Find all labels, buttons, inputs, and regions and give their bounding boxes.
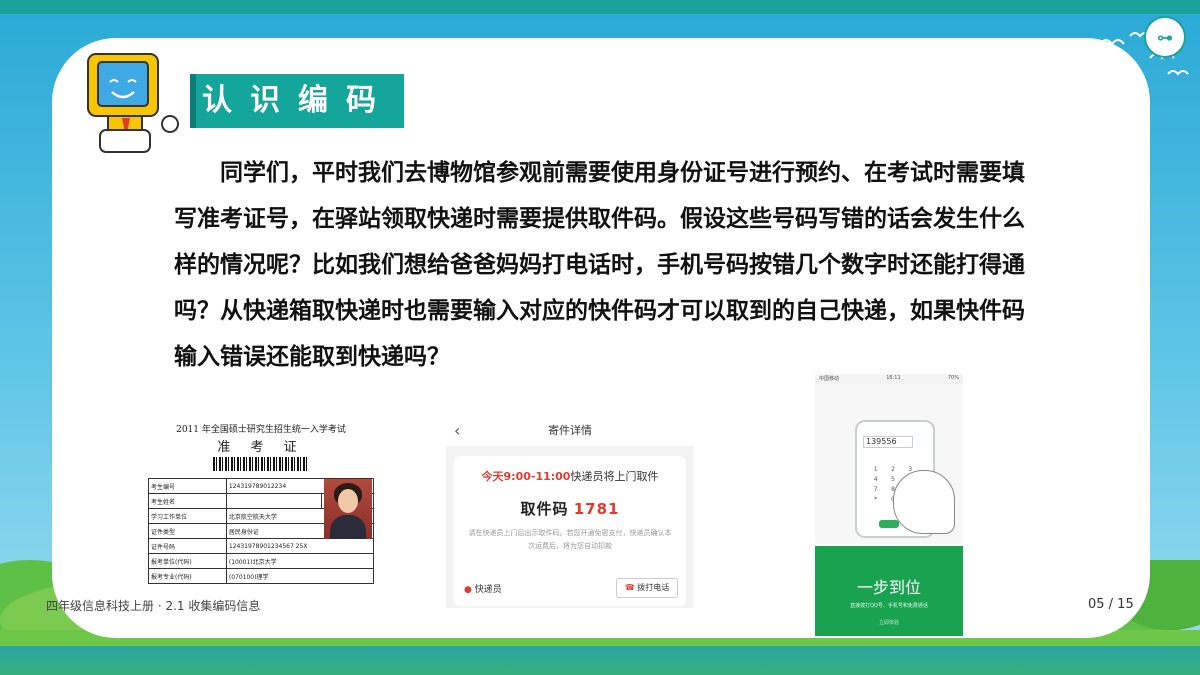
table-row: 报考专业(代码) (070100)理学 [148,568,375,584]
phone-status-bar: 中国移动 16:11 70% [815,374,963,384]
candidate-photo [324,479,372,539]
course-footer: 四年级信息科技上册 · 2.1 收集编码信息 [46,599,261,613]
hand-icon [893,470,955,534]
promo-title: 一步到位 [856,578,921,597]
computer-mascot-icon [87,53,179,153]
bottom-bar [0,646,1200,675]
table-row: 证件号码 12431978901234567 25X [148,538,375,554]
courier-label: ● 快递员 [464,585,502,595]
express-header: ‹ 寄件详情 [446,416,694,446]
promo-link[interactable]: 立即体验 [815,619,963,626]
courier-avatar-icon: ● [464,585,472,595]
phone-promo-panel: 一步到位 直接拨打QQ号、手机号和免费通话 立即体验 [815,546,963,636]
phone-illustration: 139556 123 456 789 *0# [815,384,963,544]
section-title: 认识编码 [190,74,404,128]
call-button[interactable]: ☎ 拨打电话 [616,578,678,598]
top-bar [0,0,1200,14]
intro-paragraph: 同学们，平时我们去博物馆参观前需要使用身份证号进行预约、在考试时需要填写准考证号… [174,160,1025,370]
pickup-note: 请在快递员上门后出示取件码。若您开通免密支付，快递员确认本次运费后，将为您自动扣… [468,529,672,550]
dialed-number: 139556 [863,436,913,448]
back-chevron-icon[interactable]: ‹ [454,416,460,446]
dial-call-icon [879,520,899,528]
ticket-title: 准 考 证 [217,440,305,455]
ticket-heading: 2011 年全国硕士研究生招生统一入学考试 [176,425,346,435]
app-logo-icon[interactable]: ⊶ [1144,16,1186,58]
pickup-time: 今天9:00-11:00快递员将上门取件 [481,470,659,483]
page-indicator: 05 / 15 [1088,597,1134,612]
phone-icon: ☎ [624,583,635,592]
table-row: 报考单位(代码) (10001)北京大学 [148,553,375,569]
express-pickup-screenshot: ‹ 寄件详情 今天9:00-11:00快递员将上门取件 取件码 1781 请在快… [446,416,694,608]
express-card: 今天9:00-11:00快递员将上门取件 取件码 1781 请在快递员上门后出示… [454,456,686,606]
barcode-icon [213,457,309,471]
promo-subtitle: 直接拨打QQ号、手机号和免费通话 [850,603,928,609]
pickup-code: 取件码 1781 [520,500,620,518]
phone-dial-screenshot: 中国移动16:1170% 139556 123 456 789 *0# 一步到位… [815,374,963,636]
admission-ticket-image: 2011 年全国硕士研究生招生统一入学考试 准 考 证 考生编号 12431978… [148,416,375,592]
